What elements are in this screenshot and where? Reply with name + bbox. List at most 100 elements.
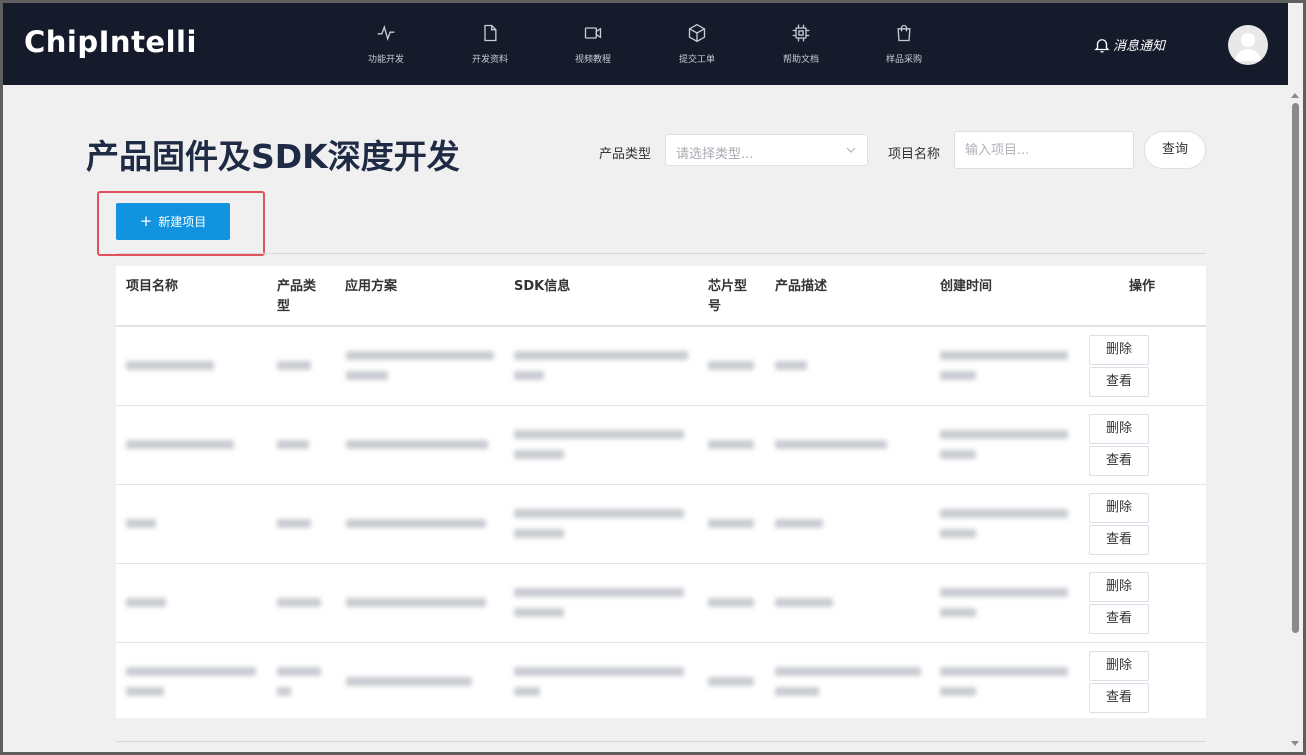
- table-row: 删除 查看: [116, 642, 1206, 721]
- nav-item-submit-ticket[interactable]: 提交工单: [662, 23, 732, 65]
- nav-item-sample-purchase[interactable]: 样品采购: [869, 23, 939, 65]
- cell-chip-blurred: [708, 519, 754, 539]
- avatar[interactable]: [1228, 25, 1268, 65]
- browser-frame: ChipIntelli 功能开发 开发资料 视频教程 提交工单 帮助文档 样品采…: [3, 3, 1303, 752]
- view-button[interactable]: 查看: [1089, 604, 1149, 634]
- chipintelli-logo[interactable]: ChipIntelli: [24, 25, 197, 59]
- delete-button[interactable]: 删除: [1089, 651, 1149, 681]
- col-header-type: 产品类型: [277, 279, 317, 314]
- bell-icon: [1094, 38, 1110, 52]
- cell-created-blurred: [940, 588, 1068, 628]
- delete-button[interactable]: 删除: [1089, 572, 1149, 602]
- nav-label: 视频教程: [574, 55, 611, 65]
- cell-sdk-blurred: [514, 509, 684, 549]
- notification-label: 消息通知: [1113, 39, 1166, 54]
- top-navigation-bar: ChipIntelli 功能开发 开发资料 视频教程 提交工单 帮助文档 样品采…: [3, 3, 1288, 85]
- plus-icon: +: [139, 212, 153, 230]
- shopping-bag-icon: [897, 24, 911, 42]
- view-button[interactable]: 查看: [1089, 525, 1149, 555]
- nav-label: 帮助文档: [782, 55, 819, 65]
- table-row: 删除 查看: [116, 326, 1206, 405]
- product-type-placeholder: 请选择类型...: [676, 147, 754, 162]
- file-icon: [484, 24, 497, 42]
- cell-solution-blurred: [346, 519, 486, 539]
- cell-type-blurred: [277, 440, 309, 460]
- col-header-sdk: SDK信息: [514, 279, 571, 294]
- cell-solution-blurred: [346, 351, 494, 391]
- bottom-divider: [116, 741, 1206, 742]
- nav-label: 开发资料: [471, 55, 508, 65]
- delete-button[interactable]: 删除: [1089, 335, 1149, 365]
- col-header-ops: 操作: [1129, 279, 1156, 294]
- nav-label: 功能开发: [367, 55, 404, 65]
- new-project-button[interactable]: + 新建项目: [116, 203, 230, 240]
- product-type-label: 产品类型: [599, 147, 652, 162]
- new-project-label: 新建项目: [158, 215, 207, 229]
- cell-name-blurred: [126, 667, 256, 707]
- cell-solution-blurred: [346, 440, 488, 460]
- cell-desc-blurred: [775, 519, 823, 539]
- view-button[interactable]: 查看: [1089, 683, 1149, 713]
- nav-item-help-docs[interactable]: 帮助文档: [766, 23, 836, 65]
- cell-name-blurred: [126, 361, 214, 381]
- cell-desc-blurred: [775, 440, 887, 460]
- col-header-solution: 应用方案: [345, 279, 398, 294]
- nav-item-function-dev[interactable]: 功能开发: [351, 23, 421, 65]
- video-icon: [584, 27, 602, 39]
- col-header-name: 项目名称: [126, 279, 179, 294]
- chevron-down-icon: [846, 147, 856, 153]
- cell-type-blurred: [277, 519, 311, 539]
- nav-label: 提交工单: [678, 55, 715, 65]
- cell-type-blurred: [277, 361, 311, 381]
- user-icon: [1235, 33, 1261, 61]
- cell-chip-blurred: [708, 440, 754, 460]
- cell-created-blurred: [940, 430, 1068, 470]
- cell-created-blurred: [940, 351, 1068, 391]
- cell-created-blurred: [940, 509, 1068, 549]
- cell-desc-blurred: [775, 361, 807, 381]
- cell-desc-blurred: [775, 667, 921, 707]
- table-row: 删除 查看: [116, 484, 1206, 563]
- product-type-select[interactable]: 请选择类型...: [665, 134, 868, 166]
- col-header-chip: 芯片型号: [708, 279, 748, 314]
- cell-name-blurred: [126, 440, 234, 460]
- cell-chip-blurred: [708, 598, 754, 618]
- cell-sdk-blurred: [514, 667, 684, 707]
- table-row: 删除 查看: [116, 563, 1206, 642]
- activity-icon: [377, 25, 395, 41]
- project-name-input[interactable]: [954, 131, 1134, 169]
- vertical-scrollbar[interactable]: [1288, 3, 1303, 752]
- cell-sdk-blurred: [514, 588, 684, 628]
- cell-name-blurred: [126, 519, 156, 539]
- chip-icon: [792, 24, 810, 42]
- cell-type-blurred: [277, 598, 321, 618]
- col-header-created: 创建时间: [940, 279, 993, 294]
- cell-chip-blurred: [708, 361, 754, 381]
- nav-item-video-tutorial[interactable]: 视频教程: [558, 23, 628, 65]
- notification-button[interactable]: 消息通知: [1093, 35, 1165, 54]
- divider: [116, 253, 1206, 254]
- cell-name-blurred: [126, 598, 166, 618]
- view-button[interactable]: 查看: [1089, 446, 1149, 476]
- cell-sdk-blurred: [514, 351, 688, 391]
- project-name-label: 项目名称: [888, 147, 941, 162]
- cell-created-blurred: [940, 667, 1068, 707]
- delete-button[interactable]: 删除: [1089, 493, 1149, 523]
- view-button[interactable]: 查看: [1089, 367, 1149, 397]
- cell-solution-blurred: [346, 598, 486, 618]
- nav-label: 样品采购: [885, 55, 922, 65]
- query-button[interactable]: 查询: [1144, 131, 1206, 169]
- scroll-down-arrow[interactable]: [1291, 741, 1299, 746]
- cell-chip-blurred: [708, 677, 754, 697]
- cube-icon: [688, 23, 706, 43]
- delete-button[interactable]: 删除: [1089, 414, 1149, 444]
- scroll-up-arrow[interactable]: [1291, 93, 1299, 98]
- nav-item-dev-docs[interactable]: 开发资料: [455, 23, 525, 65]
- page-title: 产品固件及SDK深度开发: [86, 137, 460, 176]
- col-header-desc: 产品描述: [775, 279, 828, 294]
- scrollbar-thumb[interactable]: [1292, 103, 1299, 633]
- project-table: 项目名称 产品类型 应用方案 SDK信息 芯片型号 产品描述 创建时间 操作 删…: [116, 266, 1206, 718]
- table-row: 删除 查看: [116, 405, 1206, 484]
- cell-desc-blurred: [775, 598, 833, 618]
- cell-type-blurred: [277, 667, 321, 707]
